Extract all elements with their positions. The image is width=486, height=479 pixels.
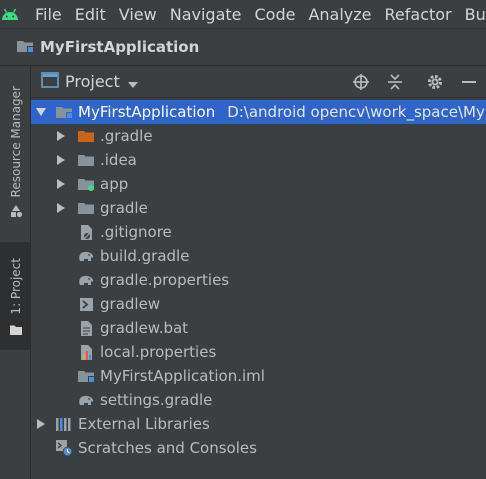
project-tab-folder-icon [9,321,23,340]
tree-item-app-dir[interactable]: app [31,172,486,196]
folder-orange-icon [77,127,95,145]
menu-file[interactable]: File [35,5,62,24]
menu-analyze[interactable]: Analyze [308,5,371,24]
iml-file-icon [77,367,95,385]
folder-icon [77,199,95,217]
tree-root-label: MyFirstApplication [78,103,216,121]
menu-bar: File Edit View Navigate Code Analyze Ref… [0,0,486,28]
expanded-arrow-icon[interactable] [35,106,47,118]
project-panel-header: Project [31,66,486,98]
gradle-elephant-icon [77,271,95,289]
menu-refactor[interactable]: Refactor [385,5,452,24]
module-folder-icon [55,103,73,121]
tree-item-gradle-properties[interactable]: gradle.properties [31,268,486,292]
tree-item-label: gradlew.bat [100,319,189,337]
project-tab-label: 1: Project [8,258,23,315]
gear-icon[interactable] [418,66,452,98]
gradle-elephant-icon [77,391,95,409]
tree-item-external-libraries[interactable]: External Libraries [31,412,486,436]
resource-manager-tab[interactable]: Resource Manager [0,86,31,222]
tree-item-label: .gitignore [100,223,172,241]
tree-item-gitignore[interactable]: .gitignore [31,220,486,244]
tree-item-label: app [100,175,129,193]
tree-item-gradlew[interactable]: gradlew [31,292,486,316]
menu-navigate[interactable]: Navigate [170,5,242,24]
minimize-icon[interactable] [452,66,486,98]
panel-header-actions [344,66,486,98]
tree-item-label: .gradle [100,127,153,145]
resource-manager-label: Resource Manager [8,86,23,198]
project-folder-icon [16,38,34,57]
tree-item-build-gradle[interactable]: build.gradle [31,244,486,268]
project-tool-window: Project MyFirstApplication D:\android op… [31,66,486,479]
tree-item-label: build.gradle [100,247,190,265]
properties-file-icon [77,343,95,361]
tree-item-label: gradle.properties [100,271,230,289]
library-icon [55,415,73,433]
tree-item-label: gradlew [100,295,161,313]
tree-root-path: D:\android opencv\work_space\My [227,103,485,121]
chevron-down-icon[interactable] [127,73,138,92]
module-folder-icon [77,175,95,193]
text-file-icon [77,319,95,337]
scratches-icon [55,439,73,457]
left-tool-stripe: Resource Manager 1: Project [0,66,31,479]
menu-build[interactable]: Bu [465,5,486,24]
tree-item-idea-dir[interactable]: .idea [31,148,486,172]
tree-item-settings-gradle[interactable]: settings.gradle [31,388,486,412]
tree-item-scratches[interactable]: Scratches and Consoles [31,436,486,460]
breadcrumb-project[interactable]: MyFirstApplication [40,38,199,56]
shell-script-icon [77,295,95,313]
collapsed-arrow-icon[interactable] [35,418,47,430]
collapse-all-icon[interactable] [378,66,412,98]
collapsed-arrow-icon[interactable] [55,154,67,166]
collapsed-arrow-icon[interactable] [55,130,67,142]
tree-item-label: gradle [100,199,148,217]
menu-edit[interactable]: Edit [75,5,106,24]
project-view-icon [41,71,59,92]
collapsed-arrow-icon[interactable] [55,202,67,214]
resource-manager-icon [9,203,23,222]
tree-item-label: .idea [100,151,137,169]
tree-root-row[interactable]: MyFirstApplication D:\android opencv\wor… [31,100,486,124]
project-view-selector[interactable]: Project [65,72,120,91]
gradle-elephant-icon [77,247,95,265]
tree-item-label: MyFirstApplication.iml [100,367,265,385]
tree-item-local-properties[interactable]: local.properties [31,340,486,364]
tree-item-gradle-dir[interactable]: .gradle [31,124,486,148]
gitignore-file-icon [77,223,95,241]
tree-item-gradle-folder[interactable]: gradle [31,196,486,220]
folder-icon [77,151,95,169]
tree-item-label: settings.gradle [100,391,213,409]
menu-view[interactable]: View [119,5,157,24]
project-tool-tab[interactable]: 1: Project [0,242,31,350]
navigation-bar: MyFirstApplication [0,28,486,66]
android-studio-logo-icon [0,0,20,28]
tree-item-gradlew-bat[interactable]: gradlew.bat [31,316,486,340]
menu-code[interactable]: Code [255,5,296,24]
locate-target-icon[interactable] [344,66,378,98]
tree-item-label: local.properties [100,343,217,361]
project-tree: MyFirstApplication D:\android opencv\wor… [31,100,486,460]
tree-item-label: External Libraries [78,415,210,433]
collapsed-arrow-icon[interactable] [55,178,67,190]
tree-item-label: Scratches and Consoles [78,439,257,457]
tree-item-iml[interactable]: MyFirstApplication.iml [31,364,486,388]
